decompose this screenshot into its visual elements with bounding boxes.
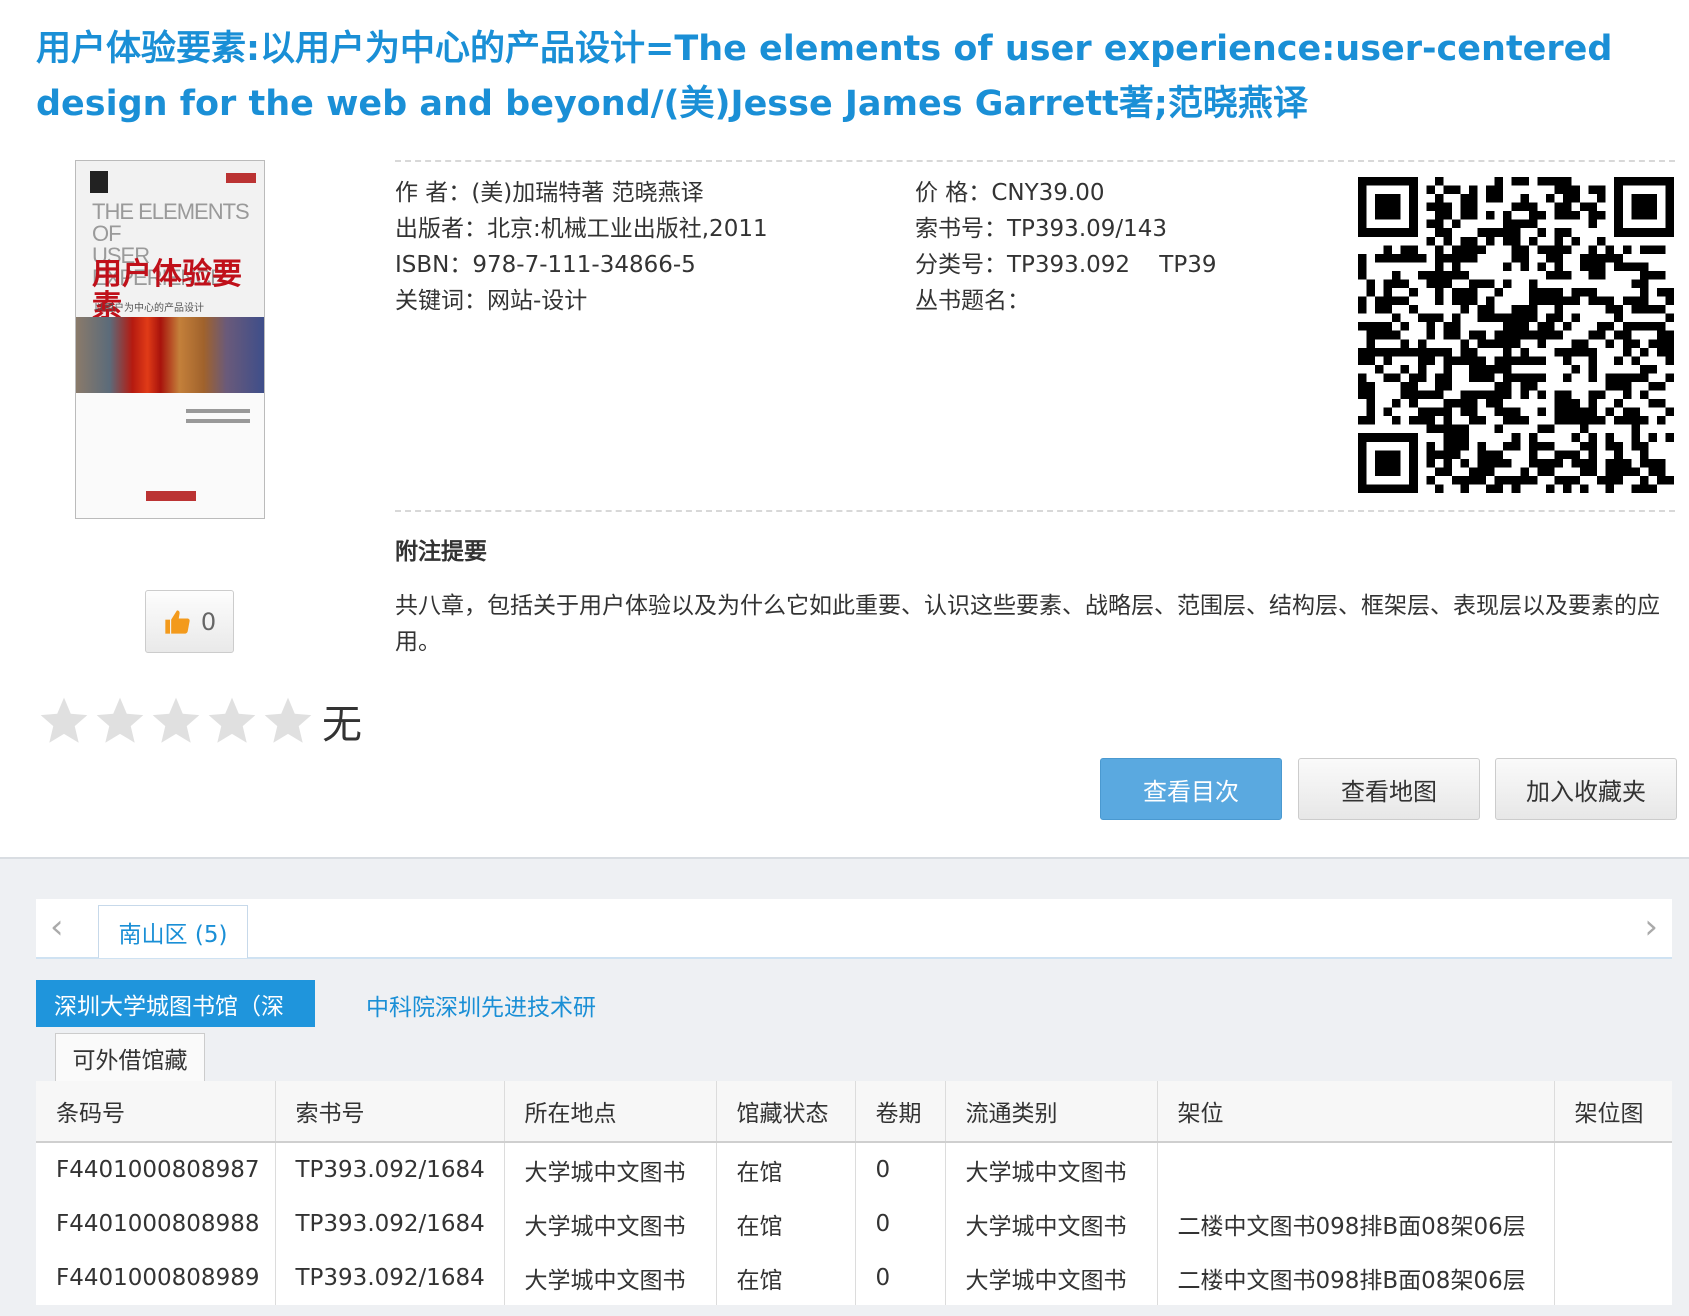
holding-type-tab[interactable]: 可外借馆藏 (55, 1033, 205, 1082)
divider (395, 510, 1675, 512)
cell-barcode: F4401000808989 (36, 1251, 276, 1305)
meta-left: 作 者：(美)加瑞特著 范晓燕译 出版者：北京:机械工业出版社,2011 ISB… (395, 175, 768, 319)
table-row: F4401000808987 TP393.092/1684 大学城中文图书 在馆… (36, 1142, 1672, 1197)
cell-volume: 0 (855, 1142, 946, 1197)
col-status: 馆藏状态 (716, 1081, 856, 1143)
like-count: 0 (200, 607, 217, 636)
qr-code (1358, 176, 1674, 494)
cell-shelf: 二楼中文图书098排B面08架06层 (1157, 1251, 1555, 1305)
meta-author: 作 者：(美)加瑞特著 范晓燕译 (395, 180, 704, 206)
library-tab-active[interactable]: 深圳大学城图书馆（深 (36, 980, 315, 1027)
meta-series: 丛书题名： (915, 288, 1030, 314)
rating[interactable]: 无 (36, 692, 362, 750)
view-toc-button[interactable]: 查看目次 (1100, 758, 1282, 820)
view-map-button[interactable]: 查看地图 (1298, 758, 1480, 820)
library-tab-other[interactable]: 中科院深圳先进技术研 (366, 988, 596, 1022)
cell-call-number: TP393.092/1684 (275, 1142, 505, 1197)
star-icon[interactable] (92, 693, 148, 749)
cell-call-number: TP393.092/1684 (275, 1251, 505, 1305)
star-icon[interactable] (204, 693, 260, 749)
meta-keywords: 关键词：网站-设计 (395, 288, 588, 314)
add-favorite-button[interactable]: 加入收藏夹 (1495, 758, 1677, 820)
cell-barcode: F4401000808988 (36, 1197, 276, 1251)
cell-volume: 0 (855, 1197, 946, 1251)
cell-location: 大学城中文图书 (504, 1251, 717, 1305)
cell-circulation: 大学城中文图书 (945, 1142, 1158, 1197)
meta-price: 价 格：CNY39.00 (915, 180, 1105, 206)
table-row: F4401000808989 TP393.092/1684 大学城中文图书 在馆… (36, 1251, 1672, 1305)
star-icon[interactable] (260, 693, 316, 749)
cell-shelf-map[interactable] (1554, 1142, 1672, 1197)
cell-status: 在馆 (716, 1197, 856, 1251)
book-cover: THE ELEMENTS OF USER EXPERIENCE 用户体验要素 以… (75, 160, 265, 519)
meta-call-number: 索书号：TP393.09/143 (915, 216, 1168, 242)
table-row: F4401000808988 TP393.092/1684 大学城中文图书 在馆… (36, 1197, 1672, 1251)
cell-circulation: 大学城中文图书 (945, 1251, 1158, 1305)
book-title: 用户体验要素:以用户为中心的产品设计=The elements of user … (36, 29, 1613, 124)
cell-status: 在馆 (716, 1142, 856, 1197)
tab-region-nanshan[interactable]: 南山区 (5) (98, 905, 248, 958)
cell-circulation: 大学城中文图书 (945, 1197, 1158, 1251)
cell-volume: 0 (855, 1251, 946, 1305)
col-barcode: 条码号 (36, 1081, 276, 1143)
cell-call-number: TP393.092/1684 (275, 1197, 505, 1251)
qr-modules (1358, 177, 1674, 493)
meta-publisher: 出版者：北京:机械工业出版社,2011 (395, 216, 768, 242)
region-tabbar: ‹ 南山区 (5) › (36, 899, 1672, 959)
holdings-table: 条码号 索书号 所在地点 馆藏状态 卷期 流通类别 架位 架位图 F440100… (36, 1081, 1672, 1305)
meta-isbn: ISBN：978-7-111-34866-5 (395, 252, 696, 278)
col-volume: 卷期 (855, 1081, 946, 1143)
col-circulation: 流通类别 (945, 1081, 1158, 1143)
thumbs-up-icon (165, 609, 190, 634)
cell-shelf-map[interactable] (1554, 1251, 1672, 1305)
publisher-logo (90, 171, 108, 193)
star-icon[interactable] (148, 693, 204, 749)
col-location: 所在地点 (504, 1081, 717, 1143)
cell-barcode: F4401000808987 (36, 1142, 276, 1197)
col-shelf: 架位 (1157, 1081, 1555, 1143)
cell-shelf (1157, 1142, 1555, 1197)
col-call-number: 索书号 (275, 1081, 505, 1143)
table-header-row: 条码号 索书号 所在地点 馆藏状态 卷期 流通类别 架位 架位图 (36, 1081, 1672, 1143)
summary-text: 共八章，包括关于用户体验以及为什么它如此重要、认识这些要素、战略层、范围层、结构… (395, 593, 1660, 655)
rating-label: 无 (322, 702, 362, 748)
cell-status: 在馆 (716, 1251, 856, 1305)
cell-shelf: 二楼中文图书098排B面08架06层 (1157, 1197, 1555, 1251)
cell-location: 大学城中文图书 (504, 1142, 717, 1197)
meta-class-number: 分类号：TP393.092 TP39 (915, 252, 1217, 278)
chevron-left-icon[interactable]: ‹ (50, 907, 64, 947)
divider (395, 160, 1675, 162)
cell-shelf-map[interactable] (1554, 1197, 1672, 1251)
cover-cn-subtitle: 以用户为中心的产品设计 (94, 303, 204, 314)
meta-right: 价 格：CNY39.00 索书号：TP393.09/143 分类号：TP393.… (915, 175, 1216, 319)
cell-location: 大学城中文图书 (504, 1197, 717, 1251)
summary-heading: 附注提要 (395, 539, 487, 565)
col-shelf-map: 架位图 (1554, 1081, 1672, 1143)
like-button[interactable]: 0 (145, 590, 234, 653)
star-icon[interactable] (36, 693, 92, 749)
chevron-right-icon[interactable]: › (1644, 907, 1658, 947)
